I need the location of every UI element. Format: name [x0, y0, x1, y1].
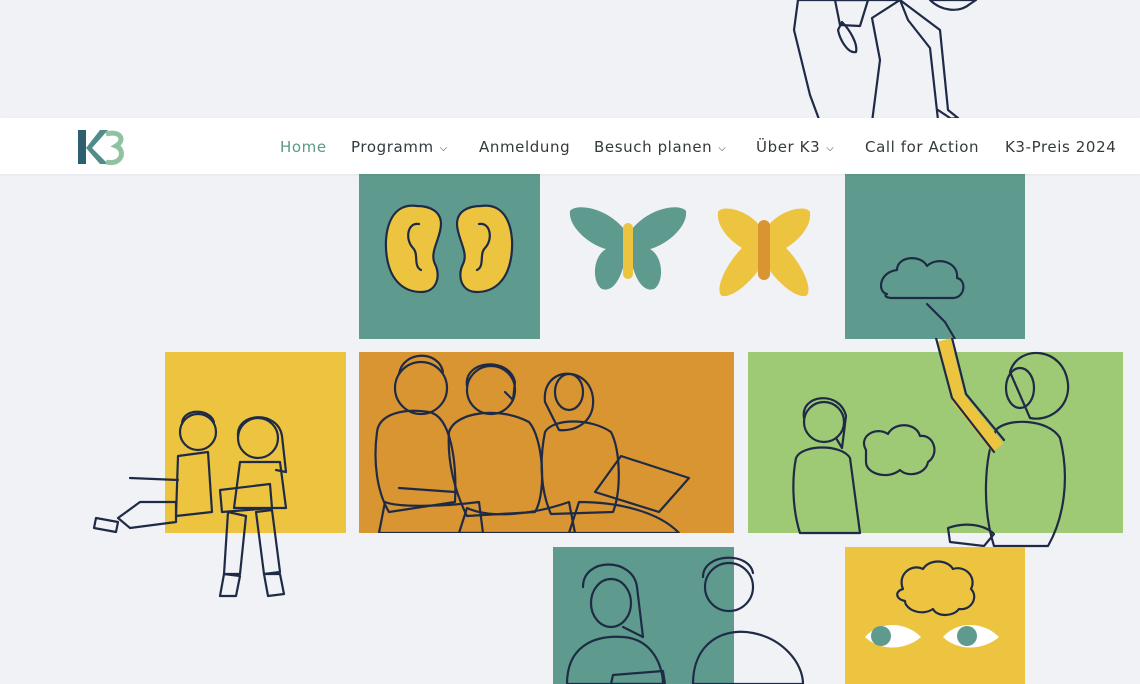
nav-k3-preis-2024[interactable]: K3-Preis 2024: [1005, 137, 1116, 157]
site-header: Home Programm Anmeldung Besuch planen Üb…: [0, 118, 1140, 174]
ears-illustration: [359, 174, 540, 339]
chevron-down-icon: [440, 139, 448, 159]
group-with-laptop-illustration: [359, 352, 734, 533]
chevron-down-icon: [718, 139, 726, 159]
nav-call-for-action[interactable]: Call for Action: [865, 137, 979, 157]
nav-k3-preis-2024-label: K3-Preis 2024: [1005, 138, 1117, 156]
nav-anmeldung[interactable]: Anmeldung: [479, 137, 570, 157]
teal-butterfly-illustration: [569, 207, 687, 290]
cloud-reach-panel: [845, 174, 1025, 339]
nav-ueber-k3-label: Über K3: [756, 138, 821, 156]
nav-home-label: Home: [280, 138, 327, 156]
nav-besuch-planen[interactable]: Besuch planen: [594, 137, 726, 157]
nav-home[interactable]: Home: [280, 137, 327, 157]
yellow-butterfly-illustration: [717, 208, 811, 297]
main-navigation: Home Programm Anmeldung Besuch planen Üb…: [0, 118, 1140, 174]
children-reading-illustration: [92, 352, 346, 598]
nav-programm-label: Programm: [351, 138, 434, 156]
nav-call-for-action-label: Call for Action: [865, 138, 980, 156]
nav-besuch-planen-label: Besuch planen: [594, 138, 713, 156]
nav-anmeldung-label: Anmeldung: [479, 138, 571, 156]
leaning-person-illustration: [792, 0, 978, 122]
chevron-down-icon: [826, 139, 834, 159]
brain-and-eyes-illustration: [845, 547, 1025, 684]
two-people-with-paper-illustration: [553, 547, 805, 684]
child-holding-cloud-illustration: [748, 338, 1123, 548]
nav-programm[interactable]: Programm: [351, 137, 448, 157]
nav-ueber-k3[interactable]: Über K3: [756, 137, 834, 157]
